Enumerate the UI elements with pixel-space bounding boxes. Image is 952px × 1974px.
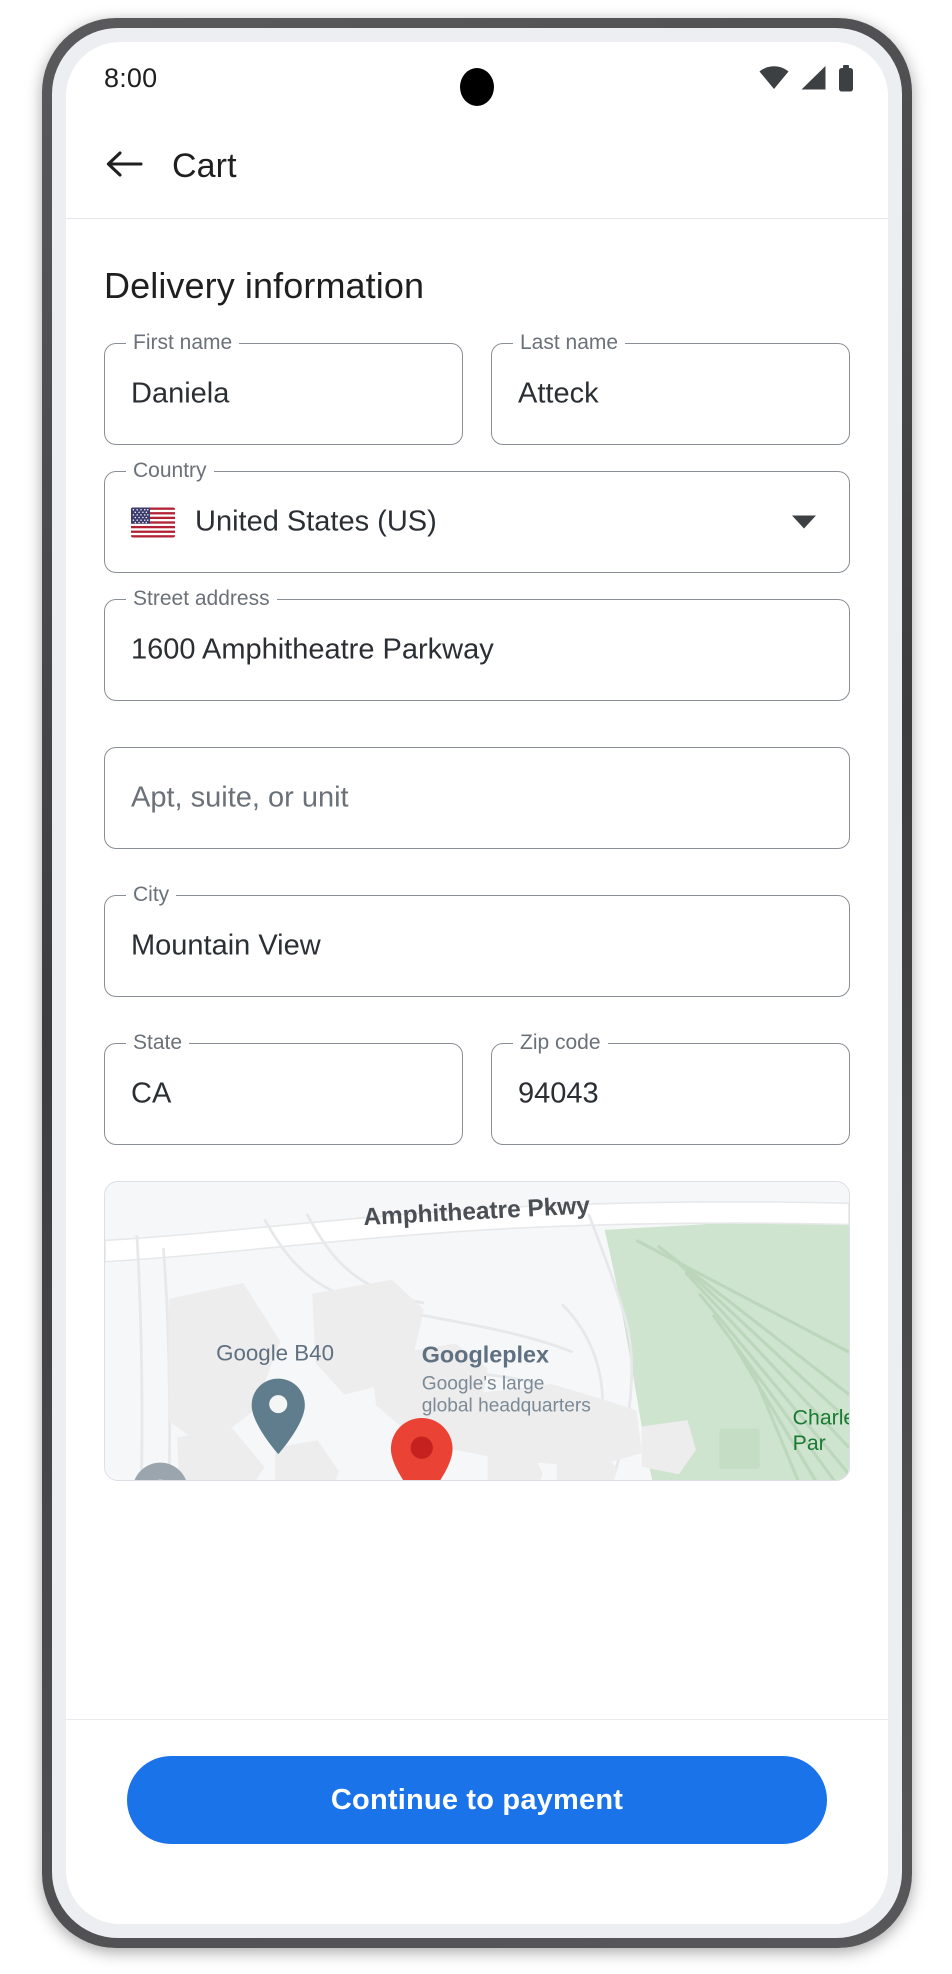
city-value: Mountain View <box>131 929 321 962</box>
street-address-field[interactable]: Street address 1600 Amphitheatre Parkway <box>104 586 850 701</box>
section-heading: Delivery information <box>104 265 425 306</box>
first-name-value: Daniela <box>131 377 230 410</box>
apt-row: Apt, suite, or unit <box>66 747 888 849</box>
phone-screen: 8:00 Cart Delivery information First nam… <box>66 42 888 1924</box>
first-name-label: First name <box>126 330 240 356</box>
country-label: Country <box>126 458 214 484</box>
map-label-park-2: Par <box>793 1431 826 1455</box>
continue-to-payment-button[interactable]: Continue to payment <box>127 1756 827 1844</box>
us-flag-icon <box>131 507 175 537</box>
camera-cutout-icon <box>460 68 494 106</box>
city-row: City Mountain View <box>66 882 888 997</box>
map-label-poi-title: Googleplex <box>422 1342 549 1368</box>
state-value: CA <box>131 1077 172 1110</box>
country-value-wrap: United States (US) <box>131 506 437 539</box>
map-label-poi-sub2: global headquarters <box>422 1396 591 1417</box>
back-button[interactable] <box>102 144 146 188</box>
wifi-icon <box>759 65 789 91</box>
state-zip-row: State CA Zip code 94043 <box>66 1030 888 1145</box>
map-label-building: Google B40 <box>216 1341 334 1366</box>
last-name-label: Last name <box>513 330 626 356</box>
street-address-row: Street address 1600 Amphitheatre Parkway <box>66 586 888 701</box>
location-pin-red <box>390 1417 453 1480</box>
chevron-down-icon[interactable] <box>792 515 816 529</box>
map-label-poi-sub1: Google's large <box>422 1373 545 1394</box>
delivery-form-scroll[interactable]: Delivery information First name Daniela … <box>66 219 888 1719</box>
state-field[interactable]: State CA <box>104 1030 463 1145</box>
cellular-signal-icon <box>800 65 827 91</box>
status-icons <box>759 64 854 92</box>
city-field[interactable]: City Mountain View <box>104 882 850 997</box>
first-name-field[interactable]: First name Daniela <box>104 330 463 445</box>
apt-suite-unit-placeholder: Apt, suite, or unit <box>131 781 349 814</box>
zip-code-field[interactable]: Zip code 94043 <box>491 1030 850 1145</box>
state-label: State <box>126 1030 190 1056</box>
page-title: Cart <box>172 146 237 185</box>
map-canvas: Amphitheatre Pkwy Google B40 Googleplex … <box>105 1182 849 1480</box>
battery-icon <box>838 64 854 92</box>
street-address-value: 1600 Amphitheatre Parkway <box>131 633 494 666</box>
country-row: Country United States (US) <box>66 458 888 573</box>
last-name-value: Atteck <box>518 377 599 410</box>
status-time: 8:00 <box>104 62 158 93</box>
app-bar: Cart <box>66 114 888 219</box>
map-preview[interactable]: Amphitheatre Pkwy Google B40 Googleplex … <box>104 1181 850 1481</box>
country-select[interactable]: Country United States (US) <box>104 458 850 573</box>
name-row: First name Daniela Last name Atteck <box>66 330 888 445</box>
zip-code-label: Zip code <box>513 1030 608 1056</box>
country-value: United States (US) <box>195 505 437 538</box>
status-bar: 8:00 <box>66 42 888 114</box>
arrow-back-icon <box>105 148 143 185</box>
street-address-label: Street address <box>126 586 277 612</box>
apt-suite-unit-field[interactable]: Apt, suite, or unit <box>104 747 850 849</box>
city-label: City <box>126 882 177 908</box>
zip-code-value: 94043 <box>518 1077 599 1110</box>
bottom-action-bar: Continue to payment <box>66 1719 888 1924</box>
map-label-park-1: Charle <box>793 1405 849 1429</box>
screenshot-stage: 8:00 Cart Delivery information First nam… <box>0 0 952 1974</box>
last-name-field[interactable]: Last name Atteck <box>491 330 850 445</box>
